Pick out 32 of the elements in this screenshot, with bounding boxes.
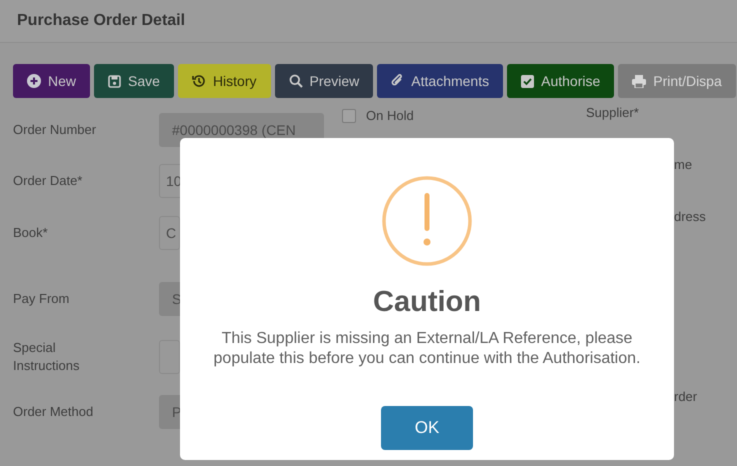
field-label: Supplier* xyxy=(586,105,640,122)
search-icon xyxy=(288,74,302,88)
toolbar-button[interactable]: Save xyxy=(94,64,174,98)
field-label: me xyxy=(673,157,694,174)
field-label: Book* xyxy=(13,224,49,242)
field-label: Pay From xyxy=(13,290,70,308)
toolbar-button[interactable]: Preview xyxy=(274,64,374,98)
field-label: rder xyxy=(673,389,698,406)
warning-icon xyxy=(382,176,472,266)
checkbox[interactable] xyxy=(342,108,356,122)
checkbox-label: On Hold xyxy=(366,108,414,123)
page-title: Purchase Order Detail xyxy=(17,12,186,30)
toolbar-button[interactable]: Attachments xyxy=(377,64,504,98)
dialog-title: Caution xyxy=(373,286,481,319)
input-field[interactable] xyxy=(159,340,180,374)
toolbar-button[interactable]: Authorise xyxy=(507,64,614,98)
printer-icon xyxy=(632,74,646,88)
input-field[interactable]: C xyxy=(159,216,180,250)
toolbar-button[interactable]: History xyxy=(178,64,270,98)
ok-button[interactable]: OK xyxy=(381,406,473,450)
field-label: Order Number xyxy=(13,121,98,139)
checkbox-icon xyxy=(521,74,534,88)
paperclip-icon xyxy=(391,74,404,88)
field-label: Special Instructions xyxy=(13,339,80,375)
toolbar-button[interactable]: Print/Dispa xyxy=(618,64,736,98)
dialog-message: This Supplier is missing an External/LA Reference, please populate this before you can continue with the Authorisation. xyxy=(212,329,642,369)
history-icon xyxy=(192,74,206,88)
plus-circle-icon xyxy=(27,74,41,88)
toolbar-button[interactable]: New xyxy=(13,64,90,98)
field-label: Order Date* xyxy=(13,172,84,190)
field-label: Order Method xyxy=(13,403,94,421)
field-label: dress xyxy=(673,209,706,226)
